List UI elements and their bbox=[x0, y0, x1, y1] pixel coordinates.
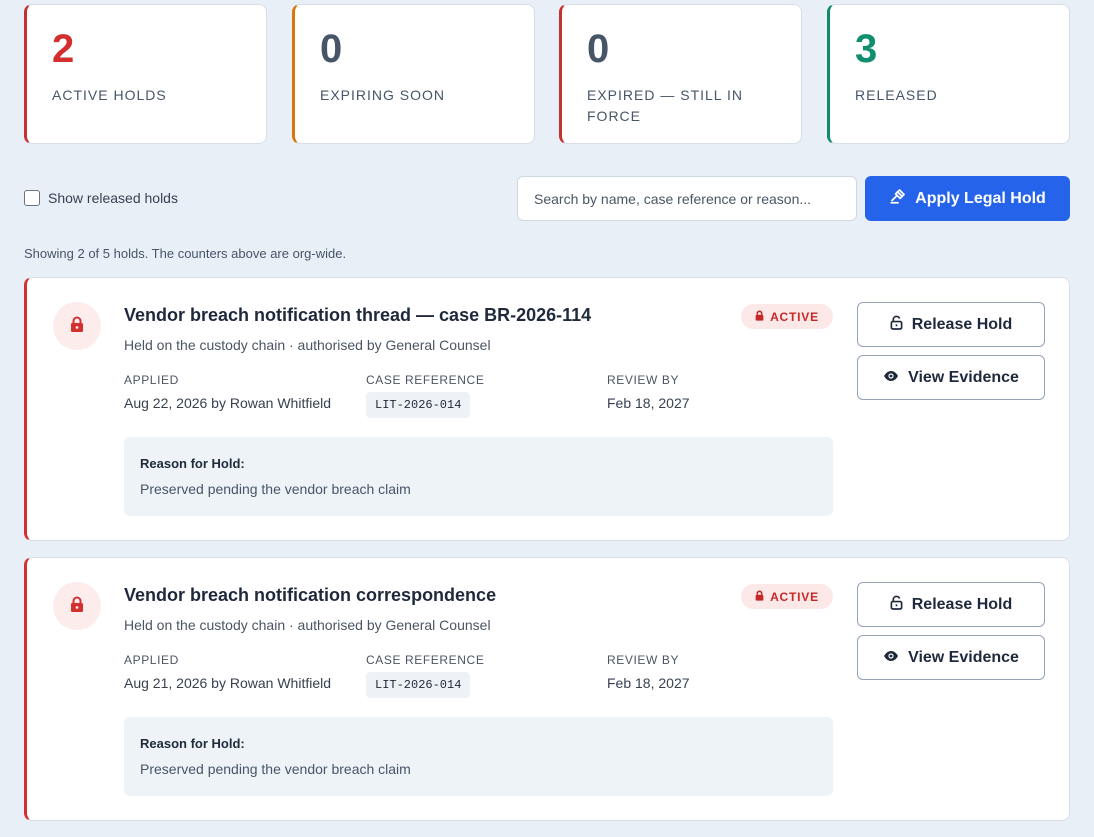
reason-label: Reason for Hold: bbox=[140, 456, 245, 471]
stat-label: ACTIVE HOLDS bbox=[52, 87, 167, 103]
stat-card-active-holds: 2 ACTIVE HOLDS bbox=[24, 4, 267, 144]
review-by-value: Feb 18, 2027 bbox=[607, 395, 690, 411]
review-by-field: REVIEW BY Feb 18, 2027 bbox=[607, 373, 690, 411]
case-reference-field: CASE REFERENCE LIT-2026-014 bbox=[366, 653, 484, 698]
case-reference-label: CASE REFERENCE bbox=[366, 373, 485, 387]
view-evidence-button[interactable]: View Evidence bbox=[857, 355, 1045, 400]
hold-lock-avatar bbox=[53, 302, 101, 350]
applied-label: APPLIED bbox=[124, 653, 179, 667]
hold-subtitle: Held on the custody chain · authorised b… bbox=[124, 337, 491, 353]
stat-card-released: 3 RELEASED bbox=[827, 4, 1070, 144]
review-by-label: REVIEW BY bbox=[607, 373, 680, 387]
status-badge-label: ACTIVE bbox=[770, 589, 819, 604]
reason-label: Reason for Hold: bbox=[140, 736, 245, 751]
lock-icon bbox=[755, 310, 764, 324]
lock-icon bbox=[755, 590, 764, 604]
results-summary: Showing 2 of 5 holds. The counters above… bbox=[24, 246, 347, 261]
reason-text: Preserved pending the vendor breach clai… bbox=[140, 761, 411, 777]
eye-icon bbox=[883, 369, 899, 387]
release-hold-label: Release Hold bbox=[911, 595, 1013, 613]
unlock-icon bbox=[890, 595, 903, 615]
status-badge-label: ACTIVE bbox=[770, 309, 819, 324]
hold-card: Vendor breach notification correspondenc… bbox=[24, 557, 1070, 821]
view-evidence-label: View Evidence bbox=[908, 368, 1019, 386]
show-released-checkbox[interactable] bbox=[24, 190, 40, 206]
show-released-label: Show released holds bbox=[48, 190, 178, 206]
hold-lock-avatar bbox=[53, 582, 101, 630]
hold-card: Vendor breach notification thread — case… bbox=[24, 277, 1070, 541]
stat-value: 2 bbox=[52, 27, 75, 71]
lock-icon bbox=[70, 316, 84, 337]
release-hold-label: Release Hold bbox=[911, 315, 1013, 333]
stat-card-expiring-soon: 0 EXPIRING SOON bbox=[292, 4, 535, 144]
applied-label: APPLIED bbox=[124, 373, 179, 387]
release-hold-button[interactable]: Release Hold bbox=[857, 582, 1045, 627]
apply-legal-hold-button[interactable]: Apply Legal Hold bbox=[865, 176, 1070, 221]
reason-box: Reason for Hold: Preserved pending the v… bbox=[124, 437, 833, 516]
stat-label: EXPIRING SOON bbox=[320, 87, 446, 103]
stat-value: 0 bbox=[320, 27, 343, 71]
stat-value: 3 bbox=[855, 27, 878, 71]
status-badge: ACTIVE bbox=[741, 584, 833, 609]
reason-text: Preserved pending the vendor breach clai… bbox=[140, 481, 411, 497]
case-reference-label: CASE REFERENCE bbox=[366, 653, 485, 667]
stats-row: 2 ACTIVE HOLDS 0 EXPIRING SOON 0 EXPIRED… bbox=[24, 4, 1070, 144]
hold-title: Vendor breach notification thread — case… bbox=[124, 305, 592, 325]
release-hold-button[interactable]: Release Hold bbox=[857, 302, 1045, 347]
search-input[interactable] bbox=[517, 176, 857, 221]
applied-value: Aug 21, 2026 by Rowan Whitfield bbox=[124, 675, 332, 691]
case-reference-value: LIT-2026-014 bbox=[366, 392, 471, 418]
applied-value: Aug 22, 2026 by Rowan Whitfield bbox=[124, 395, 332, 411]
eye-icon bbox=[883, 649, 899, 667]
review-by-value: Feb 18, 2027 bbox=[607, 675, 690, 691]
review-by-label: REVIEW BY bbox=[607, 653, 680, 667]
applied-field: APPLIED Aug 22, 2026 by Rowan Whitfield bbox=[124, 373, 331, 411]
hold-title: Vendor breach notification correspondenc… bbox=[124, 585, 497, 605]
view-evidence-button[interactable]: View Evidence bbox=[857, 635, 1045, 680]
case-reference-value: LIT-2026-014 bbox=[366, 672, 471, 698]
applied-field: APPLIED Aug 21, 2026 by Rowan Whitfield bbox=[124, 653, 331, 691]
status-badge: ACTIVE bbox=[741, 304, 833, 329]
show-released-toggle[interactable]: Show released holds bbox=[24, 190, 178, 206]
reason-box: Reason for Hold: Preserved pending the v… bbox=[124, 717, 833, 796]
hold-subtitle: Held on the custody chain · authorised b… bbox=[124, 617, 491, 633]
lock-icon bbox=[70, 596, 84, 617]
stat-label: RELEASED bbox=[855, 87, 938, 103]
view-evidence-label: View Evidence bbox=[908, 648, 1019, 666]
unlock-icon bbox=[890, 315, 903, 335]
stat-card-expired-still-in-force: 0 EXPIRED — STILL IN FORCE bbox=[559, 4, 802, 144]
gavel-icon bbox=[889, 187, 907, 210]
case-reference-field: CASE REFERENCE LIT-2026-014 bbox=[366, 373, 484, 418]
stat-value: 0 bbox=[587, 27, 610, 71]
review-by-field: REVIEW BY Feb 18, 2027 bbox=[607, 653, 690, 691]
stat-label: EXPIRED — STILL IN FORCE bbox=[587, 87, 743, 124]
apply-legal-hold-label: Apply Legal Hold bbox=[915, 189, 1046, 207]
